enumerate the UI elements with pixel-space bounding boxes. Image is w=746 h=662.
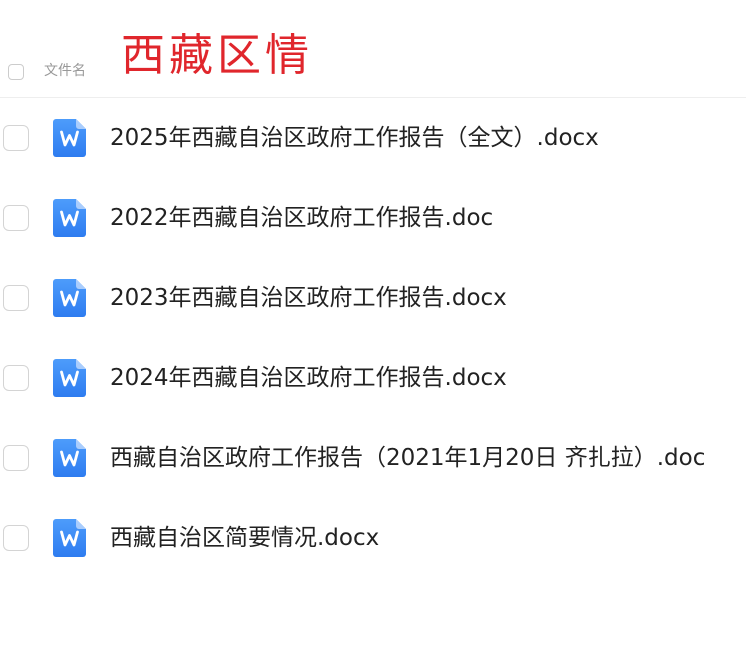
overlay-title: 西藏区情: [121, 30, 313, 81]
filename-column-label: 文件名: [44, 63, 86, 79]
file-name[interactable]: 2024年西藏自治区政府工作报告.docx: [110, 362, 507, 394]
file-name[interactable]: 西藏自治区简要情况.docx: [110, 522, 379, 554]
file-row[interactable]: 西藏自治区简要情况.docx: [0, 498, 746, 578]
row-checkbox[interactable]: [3, 205, 29, 231]
row-checkbox[interactable]: [3, 525, 29, 551]
file-row[interactable]: 2024年西藏自治区政府工作报告.docx: [0, 338, 746, 418]
select-all-checkbox[interactable]: [8, 64, 24, 80]
file-row[interactable]: 2023年西藏自治区政府工作报告.docx: [0, 258, 746, 338]
row-checkbox[interactable]: [3, 125, 29, 151]
file-row[interactable]: 西藏自治区政府工作报告（2021年1月20日 齐扎拉）.doc: [0, 418, 746, 498]
word-doc-icon: [53, 359, 86, 397]
file-row[interactable]: 2025年西藏自治区政府工作报告（全文）.docx: [0, 98, 746, 178]
file-name[interactable]: 2023年西藏自治区政府工作报告.docx: [110, 282, 507, 314]
word-doc-icon: [53, 519, 86, 557]
word-doc-icon: [53, 199, 86, 237]
row-checkbox[interactable]: [3, 365, 29, 391]
file-browser: 文件名 西藏区情 2025年西藏自治区政府工作报告（全文）.docx 2022年…: [0, 0, 746, 662]
row-checkbox[interactable]: [3, 445, 29, 471]
file-name[interactable]: 2022年西藏自治区政府工作报告.doc: [110, 202, 493, 234]
word-doc-icon: [53, 279, 86, 317]
word-doc-icon: [53, 119, 86, 157]
row-checkbox[interactable]: [3, 285, 29, 311]
file-row[interactable]: 2022年西藏自治区政府工作报告.doc: [0, 178, 746, 258]
list-header: 文件名: [0, 0, 746, 98]
word-doc-icon: [53, 439, 86, 477]
file-list: 2025年西藏自治区政府工作报告（全文）.docx 2022年西藏自治区政府工作…: [0, 98, 746, 578]
file-name[interactable]: 2025年西藏自治区政府工作报告（全文）.docx: [110, 122, 599, 154]
file-name[interactable]: 西藏自治区政府工作报告（2021年1月20日 齐扎拉）.doc: [110, 442, 705, 474]
